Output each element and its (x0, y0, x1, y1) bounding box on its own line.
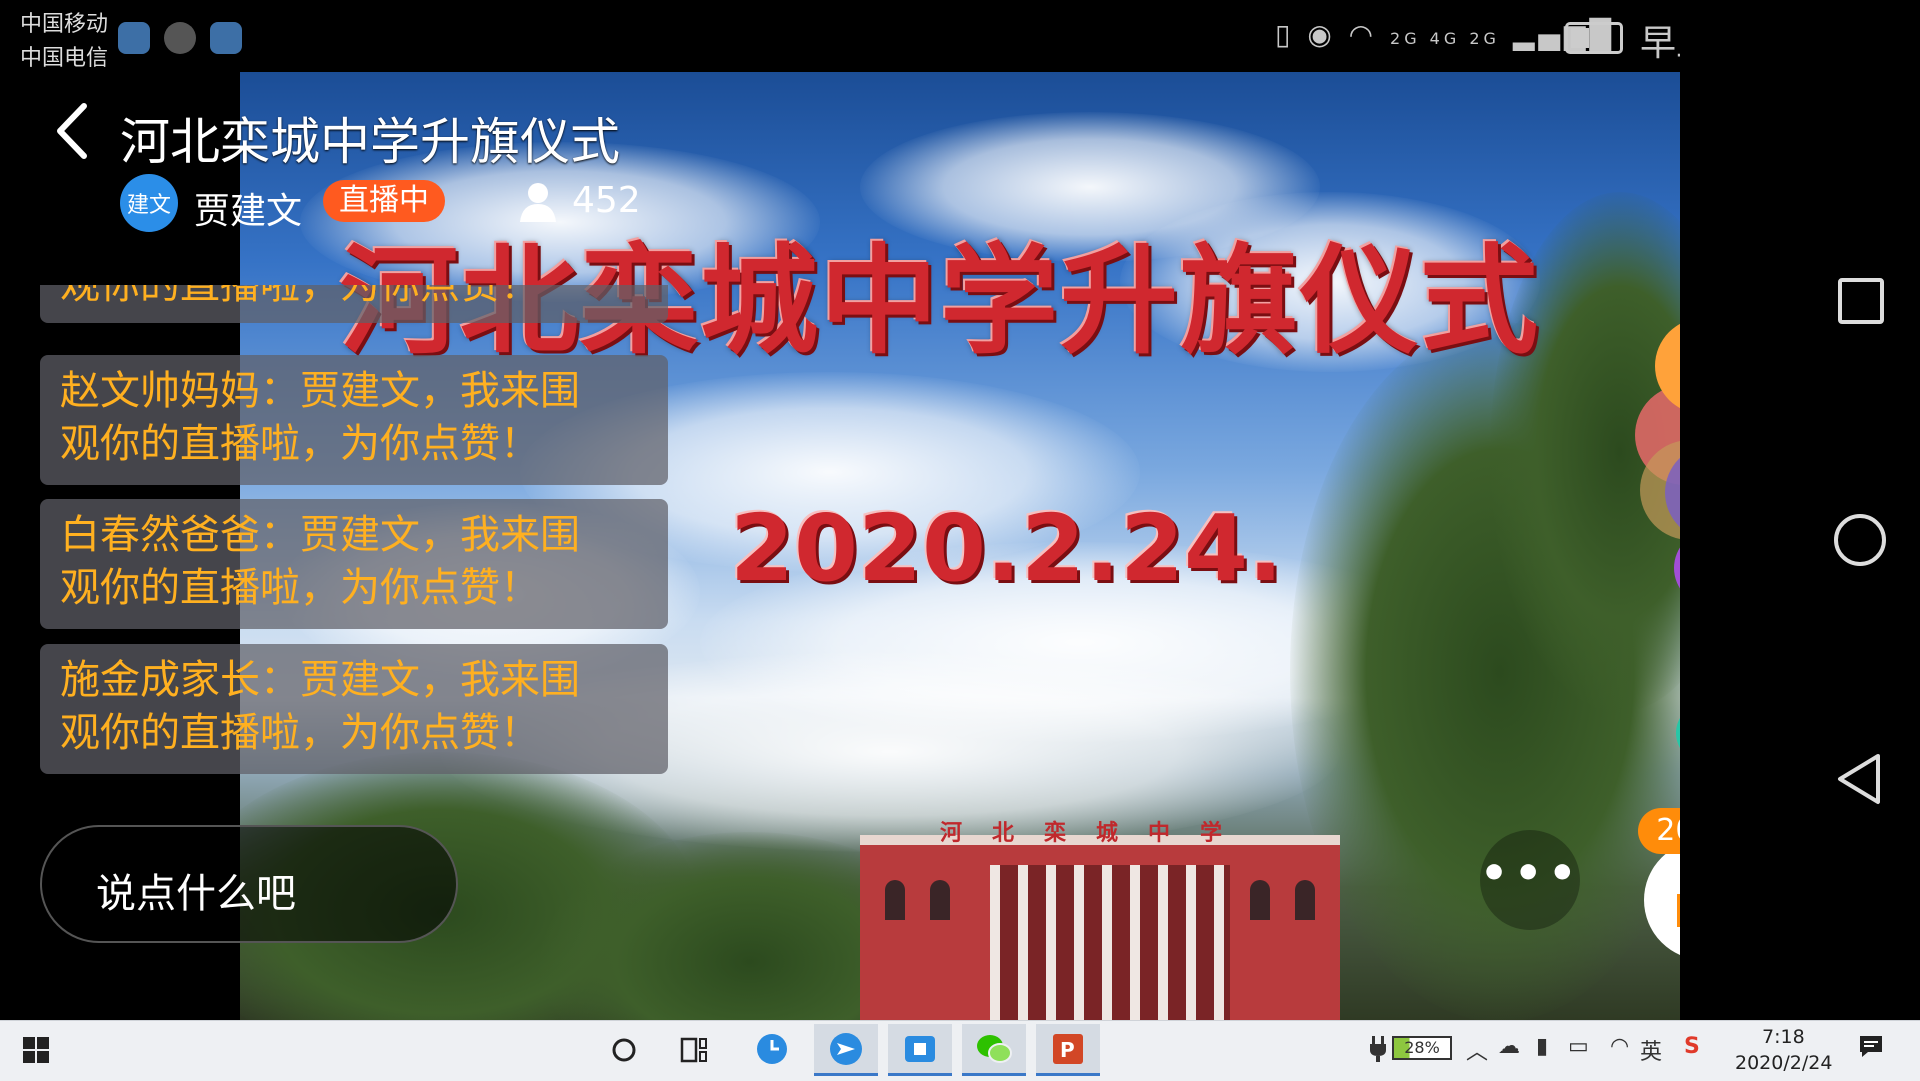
comment-item: 赵文帅妈妈：贾建文，我来围 观你的直播啦，为你点赞！ (40, 355, 668, 485)
comment-line: 观你的直播啦，为你点赞！ (60, 421, 540, 467)
network-error-icon[interactable]: ☁ (1498, 1034, 1520, 1059)
svg-text:P: P (1060, 1038, 1075, 1062)
like-count-badge: 20372 (1638, 808, 1680, 854)
taskbar-powerpoint-app-icon[interactable]: P (1036, 1024, 1100, 1076)
video-overlay-date: 2020.2.24. (730, 495, 1283, 602)
status-icons: ▯ ◉ ◠ 2G 4G 2G ▂▄▆█ (1275, 18, 1615, 51)
back-chevron-icon[interactable] (52, 100, 92, 172)
comment-item: 施金成家长：贾建文，我来围 观你的直播啦，为你点赞！ (40, 644, 668, 774)
more-options-button[interactable]: ••• (1480, 830, 1580, 930)
device-icon[interactable]: ▭ (1568, 1034, 1589, 1059)
comment-line: 观你的直播啦，为你点赞！ (60, 710, 540, 756)
taskbar-clock-date[interactable]: 2020/2/24 (1735, 1052, 1832, 1074)
eye-icon: ◉ (1307, 18, 1336, 51)
comment-line: 赵文帅妈妈：贾建文，我来围 (60, 368, 580, 414)
wifi-icon: ◠ (1348, 18, 1378, 51)
thumbs-up-icon (1677, 894, 1680, 927)
viewer-person-icon (518, 180, 558, 222)
phone-screen: 河北栾城中学 河北栾城中学升旗仪式 2020.2.24. 中国移动 中国电信 ▯… (0, 0, 1680, 1020)
bird-notification-icon (164, 22, 196, 54)
comment-item: 白春然爸爸：贾建文，我来围 观你的直播啦，为你点赞！ (40, 499, 668, 629)
carrier-label-2: 中国电信 (20, 46, 109, 71)
cortana-search-icon[interactable] (600, 1024, 648, 1076)
building-sign: 河北栾城中学 (940, 821, 1253, 846)
comment-item-partial: 观你的直播啦，为你点赞！ (40, 285, 668, 323)
start-windows-icon[interactable] (14, 1024, 58, 1076)
battery-icon (1565, 22, 1623, 54)
taskbar-clock-app-icon[interactable] (740, 1024, 804, 1076)
microphone-icon[interactable]: ▮ (1536, 1034, 1548, 1059)
ime-language-indicator[interactable]: 英 (1640, 1034, 1662, 1066)
live-status-badge: 直播中 (323, 180, 445, 222)
vibrate-icon: ▯ (1275, 18, 1295, 51)
comment-input[interactable]: 说点什么吧 (40, 825, 458, 943)
wifi-tray-icon[interactable]: ◠ (1610, 1034, 1629, 1059)
task-view-icon[interactable] (670, 1024, 718, 1076)
sogou-input-icon[interactable]: S (1684, 1034, 1700, 1059)
host-name[interactable]: 贾建文 (194, 182, 302, 234)
more-dots-icon: ••• (1480, 848, 1583, 899)
status-bar: 中国移动 中国电信 ▯ ◉ ◠ 2G 4G 2G ▂▄▆█ 早上7:18 (0, 0, 1680, 72)
building-columns (990, 865, 1230, 1020)
show-hidden-icons-chevron-icon[interactable]: ︿ (1466, 1034, 1488, 1066)
status-time: 早上7:18 (1640, 23, 1680, 64)
taskbar-clock-time[interactable]: 7:18 (1762, 1026, 1805, 1048)
carrier-label-1: 中国移动 (20, 12, 109, 37)
viewer-count: 452 (572, 180, 641, 221)
taskbar-wechat-app-icon[interactable] (962, 1024, 1026, 1076)
app-notification-icon (118, 22, 150, 54)
signal-icon: 2G 4G 2G (1390, 29, 1500, 48)
taskbar-feishu-app-icon[interactable] (814, 1024, 878, 1076)
battery-indicator[interactable]: 28% (1392, 1036, 1452, 1060)
windows-taskbar (0, 1020, 1920, 1081)
comment-line: 白春然爸爸：贾建文，我来围 (60, 512, 580, 558)
app-notification-icon (210, 22, 242, 54)
home-icon[interactable] (1834, 514, 1886, 566)
nav-back-icon[interactable] (1836, 752, 1882, 810)
power-plug-icon[interactable] (1368, 1036, 1388, 1068)
taskbar-screen-app-icon[interactable] (888, 1024, 952, 1076)
avatar[interactable]: 建文 (120, 174, 178, 232)
comment-line: 观你的直播啦，为你点赞！ (60, 565, 540, 611)
comment-input-placeholder: 说点什么吧 (96, 871, 296, 917)
comment-line: 施金成家长：贾建文，我来围 (60, 657, 580, 703)
notification-center-icon[interactable] (1858, 1034, 1884, 1064)
comment-text: 观你的直播啦，为你点赞！ (60, 285, 540, 308)
page-title: 河北栾城中学升旗仪式 (120, 113, 620, 171)
recent-apps-icon[interactable] (1838, 278, 1884, 324)
